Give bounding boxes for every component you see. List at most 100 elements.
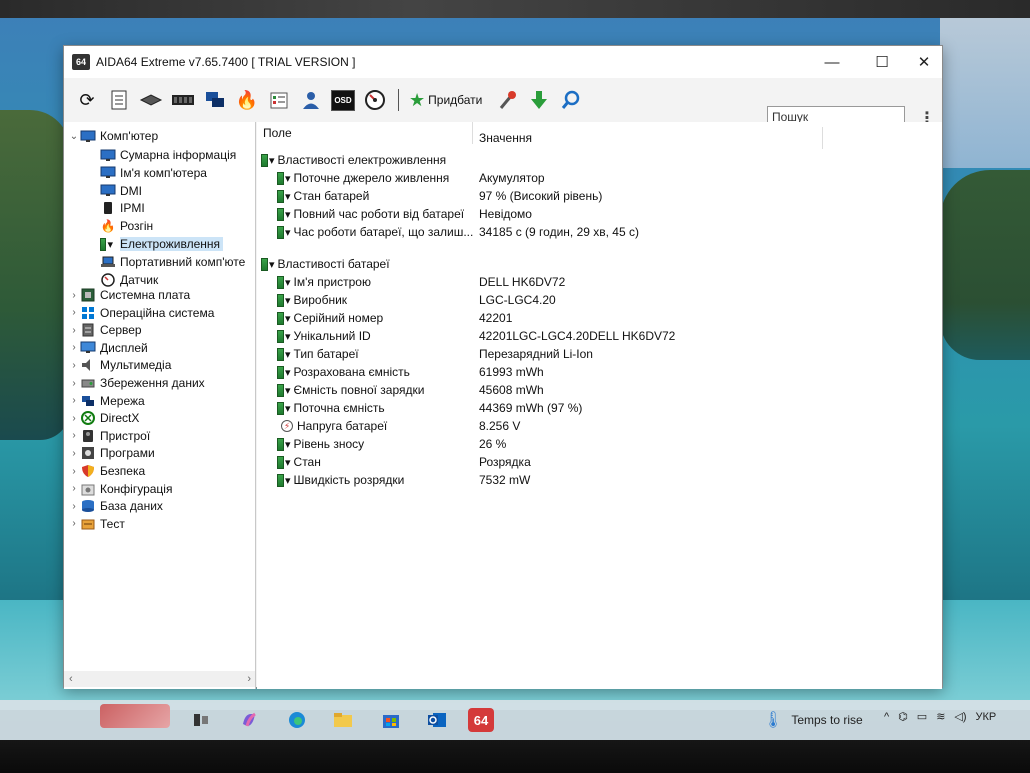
chevron-right-icon[interactable]: › <box>68 395 80 406</box>
table-row[interactable]: ▾ Стан батарей <box>277 187 369 205</box>
chevron-right-icon[interactable]: › <box>68 290 80 301</box>
column-header-field[interactable]: Поле <box>257 122 473 144</box>
tree-item-monitor[interactable]: DMI <box>100 182 142 200</box>
horizontal-scrollbar[interactable]: ‹ › <box>64 671 255 687</box>
table-row[interactable]: ▾ Ємність повної зарядки <box>277 381 424 399</box>
user-icon[interactable] <box>298 87 324 113</box>
chevron-down-icon[interactable]: ⌄ <box>68 131 80 142</box>
close-button[interactable]: ✕ <box>902 46 946 78</box>
plug-icon: ▾ <box>269 258 275 271</box>
fire-icon[interactable]: 🔥 <box>234 87 260 113</box>
chevron-right-icon[interactable]: › <box>68 307 80 318</box>
tree-item-database[interactable]: › База даних <box>68 497 163 515</box>
chevron-right-icon[interactable]: › <box>68 466 80 477</box>
chevron-right-icon[interactable]: › <box>68 378 80 389</box>
chevron-up-icon[interactable]: ^ <box>884 711 889 723</box>
table-row[interactable]: ▾ Тип батареї <box>277 345 359 363</box>
scroll-left-icon[interactable]: ‹ <box>69 673 73 685</box>
tree-item-shield[interactable]: › Безпека <box>68 462 145 480</box>
table-row[interactable]: ▾ Виробник <box>277 291 347 309</box>
memory-icon[interactable] <box>170 87 196 113</box>
chevron-right-icon[interactable]: › <box>68 413 80 424</box>
download-arrow-icon[interactable] <box>526 87 552 113</box>
group-header[interactable]: ▾ Властивості електроживлення <box>261 151 446 169</box>
field-label: Ім'я пристрою <box>293 275 371 289</box>
tree-item-fire[interactable]: 🔥 Розгін <box>100 217 154 235</box>
chevron-right-icon[interactable]: › <box>68 430 80 441</box>
battery-icon[interactable]: ▭ <box>917 710 927 723</box>
wallpaper-island-right <box>940 170 1030 360</box>
table-row[interactable]: ▾ Швидкість розрядки <box>277 471 404 489</box>
table-row[interactable]: ▾ Стан <box>277 453 321 471</box>
chevron-right-icon[interactable]: › <box>68 360 80 371</box>
tree-item-windows[interactable]: › Операційна система <box>68 304 214 322</box>
volume-icon[interactable]: ◁) <box>954 710 966 723</box>
tree-item-computer[interactable]: ⌄ Комп'ютер <box>68 127 158 145</box>
wallpaper-widget-icon[interactable] <box>100 704 170 728</box>
chevron-right-icon[interactable]: › <box>68 518 80 529</box>
plug-icon: ▾ <box>285 190 291 203</box>
language-indicator[interactable]: УКР <box>976 711 997 723</box>
tree-item-display[interactable]: › Дисплей <box>68 339 147 357</box>
tree-item-storage[interactable]: › Збереження даних <box>68 374 204 392</box>
chevron-right-icon[interactable]: › <box>68 483 80 494</box>
chevron-right-icon[interactable]: › <box>68 448 80 459</box>
title-bar[interactable]: 64 AIDA64 Extreme v7.65.7400 [ TRIAL VER… <box>64 46 942 78</box>
tree-item-network[interactable]: › Мережа <box>68 392 144 410</box>
store-icon[interactable] <box>378 708 404 732</box>
table-row[interactable]: ▾ Час роботи батареї, що залиш... <box>277 223 473 241</box>
tree-item-config[interactable]: › Конфігурація <box>68 480 172 498</box>
task-view-icon[interactable] <box>188 708 214 732</box>
tree-item-xbox[interactable]: › DirectX <box>68 409 139 427</box>
motherboard-toolbar-icon[interactable] <box>138 87 164 113</box>
table-row[interactable]: ▾ Рівень зносу <box>277 435 364 453</box>
group-header[interactable]: ▾ Властивості батареї <box>261 255 390 273</box>
tree-item-monitor[interactable]: Сумарна інформація <box>100 146 236 164</box>
tree-item-motherboard[interactable]: › Системна плата <box>68 286 190 304</box>
aida64-taskbar-icon[interactable]: 64 <box>468 708 494 732</box>
maximize-button[interactable]: ☐ <box>860 46 904 78</box>
checklist-icon[interactable] <box>266 87 292 113</box>
tree-item-battery-plug[interactable]: ▾ Електроживлення <box>100 235 224 253</box>
refresh-icon[interactable]: ⟳ <box>74 87 100 113</box>
tree-item-server[interactable]: › Сервер <box>68 321 141 339</box>
search-icon[interactable] <box>558 87 584 113</box>
tree-item-phone[interactable]: IPMI <box>100 199 145 217</box>
column-header-value[interactable]: Значення <box>473 127 823 149</box>
table-row[interactable]: ▾ Поточна ємність <box>277 399 385 417</box>
tools-icon[interactable] <box>494 87 520 113</box>
report-icon[interactable] <box>106 87 132 113</box>
tree-item-programs[interactable]: › Програми <box>68 444 154 462</box>
chevron-right-icon[interactable]: › <box>68 501 80 512</box>
wallpaper-sky <box>940 18 1030 168</box>
wifi-icon[interactable]: ≋ <box>936 710 945 723</box>
chevron-right-icon[interactable]: › <box>68 342 80 353</box>
buy-button[interactable]: ★ Придбати <box>409 90 482 111</box>
wallpaper-island-left <box>0 110 70 440</box>
table-row[interactable]: ▾ Ім'я пристрою <box>277 273 371 291</box>
table-row[interactable]: ▾ Розрахована ємність <box>277 363 410 381</box>
minimize-button[interactable]: — <box>810 46 854 78</box>
outlook-icon[interactable] <box>424 708 450 732</box>
meet-icon[interactable]: ⌬ <box>898 710 908 723</box>
chevron-right-icon[interactable]: › <box>68 325 80 336</box>
table-row[interactable]: ▾ Поточне джерело живлення <box>277 169 449 187</box>
tree-item-laptop[interactable]: Портативний комп'юте <box>100 253 245 271</box>
tree-item-test[interactable]: › Тест <box>68 515 125 533</box>
table-row[interactable]: ▾ Унікальний ID <box>277 327 371 345</box>
table-row[interactable]: ▾ Повний час роботи від батареї <box>277 205 464 223</box>
copilot-icon[interactable] <box>236 708 262 732</box>
scroll-right-icon[interactable]: › <box>247 673 251 685</box>
tree-item-monitor[interactable]: Ім'я комп'ютера <box>100 164 207 182</box>
tree-item-speaker[interactable]: › Мультимедіа <box>68 356 171 374</box>
table-row[interactable]: ⚡ Напруга батареї <box>281 417 387 435</box>
edge-browser-icon[interactable] <box>284 708 310 732</box>
weather-widget[interactable]: 🌡 Temps to rise <box>763 710 863 730</box>
table-row[interactable]: ▾ Серійний номер <box>277 309 383 327</box>
osd-icon[interactable]: OSD <box>330 87 356 113</box>
tree-item-devices[interactable]: › Пристрої <box>68 427 150 445</box>
benchmark-gauge-icon[interactable] <box>362 87 388 113</box>
weather-text: Temps to rise <box>791 713 863 727</box>
network-toolbar-icon[interactable] <box>202 87 228 113</box>
file-explorer-icon[interactable] <box>330 708 356 732</box>
